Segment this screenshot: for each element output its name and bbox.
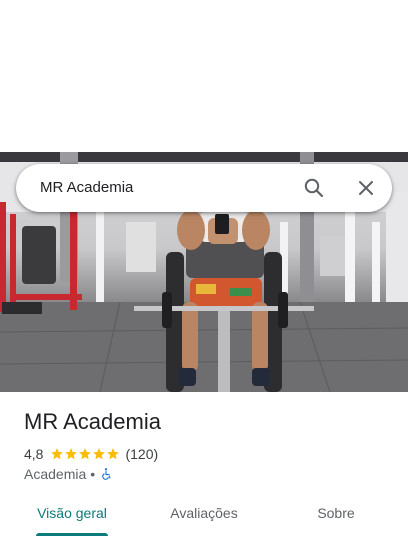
wheelchair-accessible-icon bbox=[102, 468, 111, 480]
tab-reviews[interactable]: Avaliações bbox=[148, 496, 260, 536]
close-icon[interactable] bbox=[354, 176, 378, 200]
search-icon[interactable] bbox=[302, 176, 326, 200]
separator: • bbox=[90, 466, 96, 482]
place-tabs: Visão geral Avaliações Sobre bbox=[0, 496, 408, 540]
category-row: Academia • bbox=[24, 465, 113, 483]
search-input[interactable]: MR Academia bbox=[40, 179, 133, 196]
star-rating bbox=[50, 447, 120, 461]
review-count[interactable]: (120) bbox=[125, 446, 158, 462]
active-tab-indicator bbox=[36, 533, 108, 536]
rating-row[interactable]: 4,8 (120) bbox=[24, 445, 158, 463]
rating-value: 4,8 bbox=[24, 446, 44, 462]
star-icon bbox=[79, 448, 92, 460]
star-icon bbox=[51, 448, 64, 460]
star-icon bbox=[65, 448, 78, 460]
star-icon bbox=[93, 448, 106, 460]
top-blank-area bbox=[0, 0, 408, 152]
search-bar[interactable]: MR Academia bbox=[16, 164, 392, 212]
place-category: Academia bbox=[24, 466, 87, 482]
place-title: MR Academia bbox=[24, 409, 161, 434]
tab-overview[interactable]: Visão geral bbox=[16, 496, 128, 536]
star-icon bbox=[107, 448, 120, 460]
tab-about[interactable]: Sobre bbox=[282, 496, 390, 536]
